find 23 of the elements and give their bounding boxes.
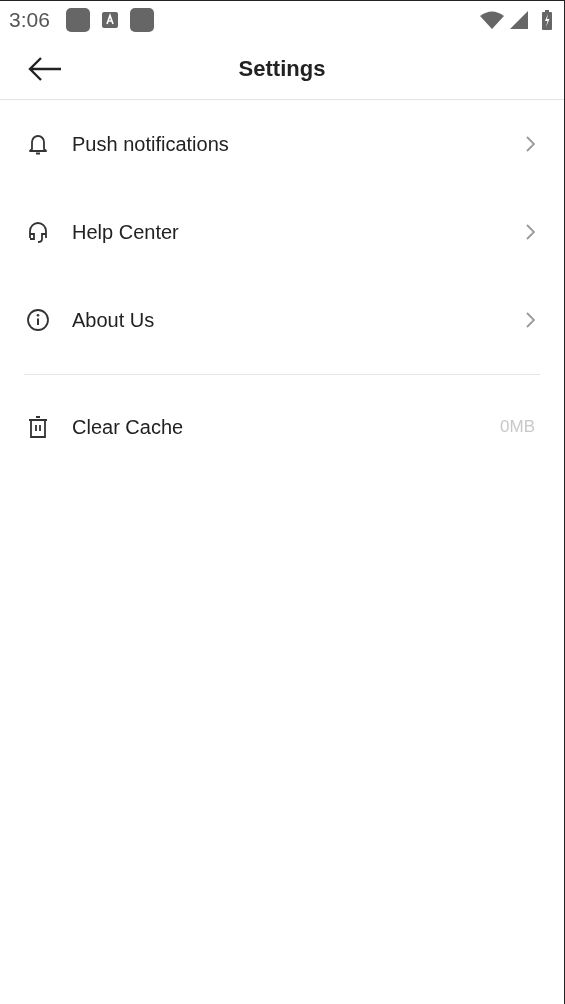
trash-icon [26, 415, 50, 439]
status-time: 3:06 [9, 8, 50, 32]
notification-icon [65, 8, 90, 32]
notification-icon [129, 8, 154, 32]
item-label: Clear Cache [72, 415, 185, 439]
back-arrow-icon[interactable] [27, 57, 63, 81]
settings-item[interactable]: Help Center [24, 188, 540, 276]
page-title: Settings [238, 56, 326, 82]
item-label: Push notifications [72, 132, 230, 156]
chevron-right-icon [525, 312, 535, 328]
settings-item[interactable]: About Us [24, 276, 540, 364]
item-label: Help Center [72, 220, 180, 244]
bell-icon [26, 132, 50, 156]
chevron-right-icon [525, 224, 535, 240]
info-icon [26, 308, 50, 332]
chevron-right-icon [525, 136, 535, 152]
wifi-icon [480, 11, 504, 29]
battery-icon [542, 10, 552, 30]
item-label: About Us [72, 308, 156, 332]
headset-icon [26, 220, 50, 244]
settings-item[interactable]: Push notifications [24, 100, 540, 188]
signal-icon [510, 11, 528, 29]
keyboard-icon [101, 12, 118, 28]
